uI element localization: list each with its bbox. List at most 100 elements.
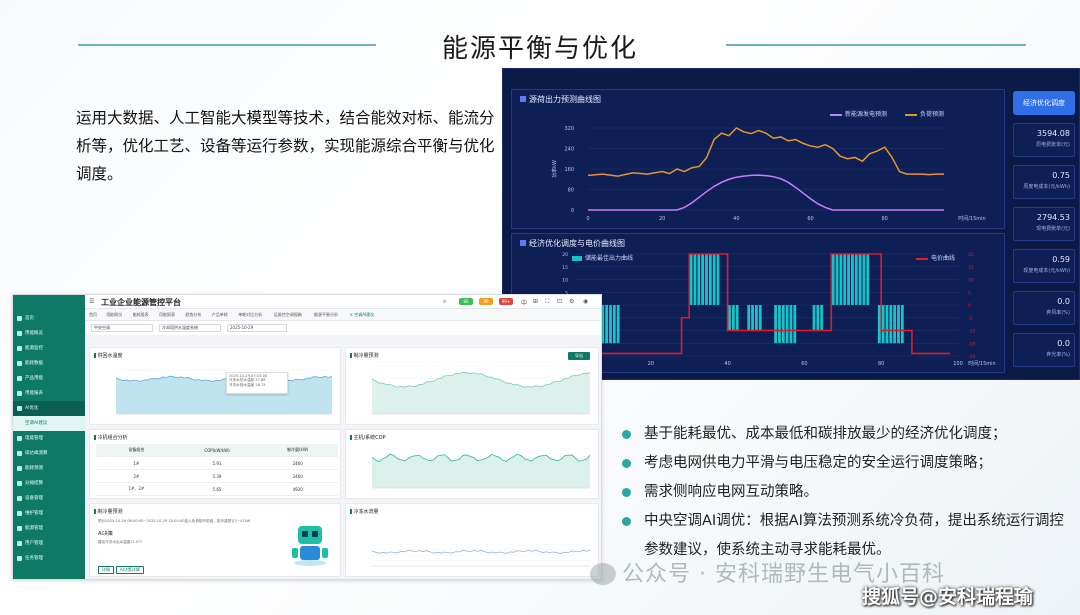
sidebar-item[interactable]: 分摊结算 [13, 476, 85, 491]
storage-bar [866, 254, 870, 305]
fullscreen-icon[interactable]: ⛶ [545, 298, 549, 306]
xtick-label: 60 [807, 216, 813, 222]
storage-bar [889, 305, 893, 344]
storage-bar [812, 305, 816, 331]
xtick-label: 40 [733, 216, 739, 222]
sidebar-item[interactable]: 维护管理 [13, 506, 85, 521]
badge-green[interactable]: 66 [459, 298, 473, 305]
storage-bar [854, 254, 858, 305]
tab[interactable]: 趋势分析 [185, 312, 201, 318]
sidebar-item[interactable]: 能耗数据 [13, 356, 85, 371]
storage-bar [785, 305, 789, 344]
menu-icon[interactable]: ☰ [89, 298, 94, 305]
kpi-card: 0.59 现度电成本(元/kWh) [1013, 249, 1075, 283]
app-title: 工业企业能源管控平台 [101, 298, 181, 307]
details-button[interactable]: 详情 [98, 566, 114, 574]
ai-decision-text: 建议冷冻水出水温度11.0°C [98, 540, 143, 544]
table-cell: 2460 [292, 473, 303, 479]
ai-decision-title: AI决策 [98, 531, 113, 537]
tab[interactable]: 能耗报表 [133, 312, 149, 318]
kpi-value: 0.0 [1057, 339, 1070, 348]
ytick-label-right: -10 [968, 329, 975, 335]
kpi-card: 3594.08 原电费账单(元) [1013, 123, 1075, 157]
sidebar-item[interactable]: 用能报表 [13, 386, 85, 401]
table-row: 2# 5.39 2460 [96, 470, 338, 483]
system-select[interactable]: 中央空调 [91, 324, 153, 332]
sidebar-menu: 首页 用能概览 能源监控 能耗数据 产品用能 用能报表 AI优化 空调AI建议 电能管理 碳达峰测… [13, 311, 85, 566]
kpi-value: 0.75 [1052, 171, 1070, 180]
sidebar-item[interactable]: 能源监控 [13, 341, 85, 356]
sidebar-item[interactable]: 电能管理 [13, 431, 85, 446]
xtick-label: 20 [648, 361, 654, 367]
tab[interactable]: 用能报表 [159, 312, 175, 318]
storage-bar [697, 254, 701, 305]
tab[interactable]: 单耗对比分析 [238, 312, 262, 318]
tab[interactable]: 首页 [89, 312, 97, 318]
grid-icon[interactable]: ⊞ [533, 298, 538, 305]
sidebar-item[interactable]: 用户管理 [13, 536, 85, 551]
sidebar-logo-area [13, 295, 85, 311]
storage-bar [701, 254, 705, 305]
ytick-label: 240 [564, 147, 574, 153]
storage-bar [705, 254, 708, 305]
table-cell: 1# [133, 460, 140, 466]
lock-icon[interactable]: ⊡ [557, 298, 562, 305]
sidebar-item[interactable]: 能耗预测 [13, 461, 85, 476]
sidebar-item[interactable]: 任务管理 [13, 551, 85, 566]
sidebar-item[interactable]: 碳达峰测算 [13, 446, 85, 461]
tab[interactable]: 用能概况 [106, 312, 122, 318]
storage-bar [609, 305, 612, 344]
sidebar-item[interactable]: 首页 [13, 311, 85, 326]
storage-bar [862, 254, 866, 305]
storage-bar [605, 305, 609, 344]
xtick-label: 80 [878, 361, 884, 367]
storage-bar [877, 305, 881, 344]
sidebar-item[interactable]: 空调AI建议 [13, 416, 85, 431]
user-icon[interactable]: ◉ [583, 298, 588, 305]
subsystem-select[interactable]: 冷却塔供水温度系统 [159, 324, 221, 332]
storage-bar [774, 305, 777, 344]
card-ai-forecast: 制冷量预测 预计2025-10-29 08:00:00~2025-10-29 1… [89, 503, 341, 577]
language-icon[interactable]: 中 [521, 298, 527, 307]
economic-dispatch-button[interactable]: 经济优化调度 [1013, 91, 1075, 115]
sidebar-item[interactable]: AI优化 [13, 401, 85, 416]
ai-details-button[interactable]: AI决策详情 [116, 566, 144, 574]
card-supply-return-temp: 供回水温度 2025-10-29 05:15:00 冷冻水供水温度 27.86 … [89, 347, 341, 425]
badge-orange[interactable]: 99 [479, 298, 493, 305]
kpi-label: 现电费账单(元) [1036, 226, 1070, 232]
ytick-label-left: 15 [562, 265, 568, 271]
title-rule-right [726, 44, 1026, 46]
kpi-label: 现度电成本(元/kWh) [1023, 268, 1070, 274]
sidebar-item[interactable]: 用能概览 [13, 326, 85, 341]
table-cell: 2# [133, 473, 140, 479]
kpi-value: 2794.53 [1036, 213, 1070, 222]
sidebar-item[interactable]: 设备管理 [13, 491, 85, 506]
badge-red[interactable]: 99+ [499, 298, 513, 305]
tab[interactable]: 能源平衡分析 [314, 312, 338, 318]
mini-line [371, 549, 591, 554]
storage-bar [751, 305, 754, 331]
table-row: 1# 5.91 2460 [96, 457, 338, 470]
tab[interactable]: 运维控空调报箱 [274, 312, 302, 318]
card3-title: 冷机组合分析 [94, 434, 128, 441]
search-icon[interactable]: ⌕ [443, 298, 446, 306]
storage-bar [881, 305, 885, 344]
watermark-2: 搜狐号@安科瑞程瑜 [862, 586, 1034, 608]
storage-bar [728, 305, 731, 331]
chiller-table: 设备组合 COP(kW/kW) 制冷量(kW) 1# 5.91 2460 2# 5.39 246… [96, 444, 338, 496]
settings-icon[interactable]: ⚙ [569, 298, 574, 305]
source-load-chart: 源荷出力预测曲线图 新能源发电预测 负荷预测 0 80 160 240 320 0 20 40… [511, 89, 1005, 229]
table-cell: 5.39 [212, 473, 222, 479]
sidebar-item[interactable]: 产品用能 [13, 371, 85, 386]
storage-bar [755, 305, 758, 331]
kpi-value: 3594.08 [1036, 129, 1070, 138]
tab[interactable]: 产品单耗 [212, 312, 228, 318]
kpi-value: 0.0 [1057, 297, 1070, 306]
kpi-label: 原度电成本(元/kWh) [1023, 184, 1070, 190]
wechat-icon [590, 563, 616, 585]
tab[interactable]: × 空调AI建议 [350, 312, 375, 318]
xtick-label: 0 [586, 216, 589, 222]
storage-bar [735, 305, 739, 331]
sidebar-item[interactable]: 能源管理 [13, 521, 85, 536]
date-picker[interactable]: 2025-10-29 [227, 324, 287, 332]
